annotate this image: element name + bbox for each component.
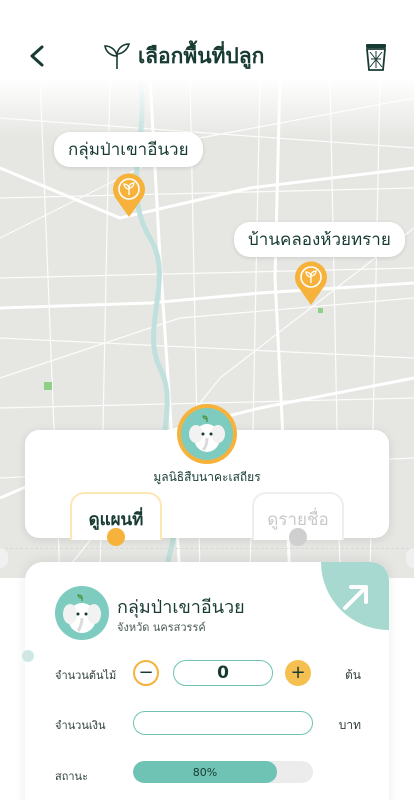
site-avatar: [55, 586, 109, 640]
tree-count-label: จำนวนต้นไม้: [55, 669, 117, 682]
tree-unit: ต้น: [345, 668, 361, 682]
trash-button[interactable]: [360, 40, 392, 74]
site-province: จังหวัด นครสวรรค์: [117, 621, 206, 634]
decrement-button[interactable]: −: [133, 660, 159, 686]
sprout-icon: [104, 43, 131, 69]
chevron-left-icon: [30, 45, 44, 67]
page-indicator-dot: [22, 650, 34, 662]
map-top-fade: [0, 78, 414, 138]
trash-bin-icon: [366, 44, 386, 71]
amount-label: จำนวนเงิน: [55, 719, 106, 732]
pin-label-khlong-huai-sai[interactable]: บ้านคลองห้วยทราย: [234, 222, 405, 257]
back-button[interactable]: [22, 38, 52, 74]
planting-site-panel: กลุ่มป่าเขาอีนวย จังหวัด นครสวรรค์ จำนวน…: [25, 562, 389, 800]
location-pin-icon: [295, 261, 327, 305]
arrow-up-right-icon: [343, 585, 368, 610]
foundation-avatar: [177, 404, 237, 464]
tab-active-indicator: [107, 528, 125, 546]
tab-map-view[interactable]: ดูแผนที่: [70, 492, 162, 546]
amount-unit: บาท: [338, 718, 361, 732]
dashed-divider: [0, 548, 414, 549]
map-pin-khlong-huai-sai[interactable]: [293, 260, 329, 306]
ticket-notch-right: [406, 548, 414, 568]
status-progress-fill: 80%: [133, 761, 277, 783]
elephant-mascot-icon: [189, 415, 225, 452]
app-header: เลือกพื้นที่ปลูก: [0, 0, 414, 80]
status-progress-bar: 80%: [133, 761, 313, 783]
location-pin-icon: [113, 173, 145, 217]
pin-label-khao-inuai[interactable]: กลุ่มป่าเขาอีนวย: [54, 132, 203, 167]
tab-inactive-indicator: [289, 528, 307, 546]
amount-input[interactable]: [133, 711, 313, 735]
increment-button[interactable]: +: [285, 660, 311, 686]
expand-button[interactable]: [321, 562, 389, 630]
title-group: เลือกพื้นที่ปลูก: [102, 38, 264, 74]
map-pin-khao-inuai[interactable]: [111, 172, 147, 218]
tree-count-input[interactable]: [173, 660, 273, 686]
page-title: เลือกพื้นที่ปลูก: [138, 43, 265, 68]
status-label: สถานะ: [55, 770, 88, 783]
elephant-mascot-icon: [63, 594, 101, 633]
tab-list-view[interactable]: ดูรายชื่อ: [252, 492, 344, 546]
site-name: กลุ่มป่าเขาอีนวย: [117, 597, 245, 618]
foundation-name: มูลนิธิสืบนาคะเสถียร: [153, 470, 261, 484]
